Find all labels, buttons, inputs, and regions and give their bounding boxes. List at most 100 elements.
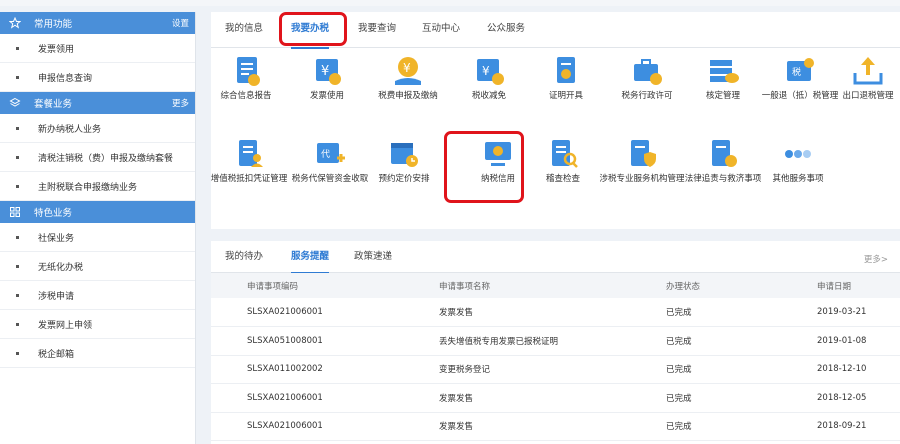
service-certificate[interactable]: 证明开具: [528, 55, 604, 102]
service-label: 预约定价安排: [378, 174, 430, 184]
cell-item-name: 发票发售: [439, 298, 666, 327]
calendar-clock-icon: [391, 143, 418, 167]
bullet-icon: [16, 322, 19, 326]
more-link[interactable]: 更多: [172, 97, 189, 109]
service-admin-permit[interactable]: 税务行政许可: [609, 55, 685, 102]
service-vat-deduction[interactable]: 增值税抵扣凭证管理: [207, 138, 291, 185]
tab-public-service[interactable]: 公众服务: [487, 12, 525, 48]
sidebar-item-tax-application[interactable]: 涉税申请: [0, 281, 195, 310]
cell-date: 2019-03-21: [817, 298, 900, 327]
bullet-icon: [16, 155, 19, 159]
column-header: 申请事项名称: [439, 273, 666, 298]
svg-text:代: 代: [321, 149, 330, 160]
tab-service-reminder[interactable]: 服务提醒: [291, 241, 330, 274]
table-row[interactable]: SLSXA021006001 发票发售 已完成 2019-03-21: [211, 298, 900, 327]
sidebar-section-featured: 特色业务: [0, 201, 195, 223]
reminders-panel: 我的待办 服务提醒 政策速递 更多> 申请事项编码 申请事项名称 办理状态 申请…: [211, 241, 900, 444]
service-label: 稽查检查: [545, 174, 580, 184]
sidebar-item-label: 发票网上申领: [38, 320, 93, 331]
column-header: 申请事项编码: [211, 273, 439, 298]
section-title: 套餐业务: [34, 99, 73, 110]
sidebar-item-label: 发票领用: [38, 44, 75, 55]
sidebar-item-declaration-query[interactable]: 申报信息查询: [0, 63, 195, 92]
cell-status: 已完成: [666, 298, 817, 327]
star-icon: [8, 16, 22, 30]
table-row[interactable]: SLSXA021006001 发票发售 已完成 2018-09-21: [211, 412, 900, 441]
table-header: 申请事项编码 申请事项名称 办理状态 申请日期: [211, 273, 900, 298]
cell-status: 已完成: [666, 355, 817, 384]
service-invoice-use[interactable]: ¥ 发票使用: [289, 55, 365, 102]
cell-code: SLSXA011002002: [211, 355, 439, 384]
cell-status: 已完成: [666, 326, 817, 356]
sidebar-item-invoice-use[interactable]: 发票领用: [0, 34, 195, 63]
sidebar: 常用功能 设置 发票领用 申报信息查询 套餐业务 更多 新办纳税人业务 清税注销…: [0, 12, 196, 444]
tab-do-tax[interactable]: 我要办税: [291, 12, 330, 49]
svg-text:¥: ¥: [321, 64, 329, 79]
service-pricing-arrangement[interactable]: 预约定价安排: [366, 138, 442, 185]
bullet-icon: [16, 126, 19, 130]
more-link[interactable]: 更多>: [864, 253, 888, 265]
service-assessment[interactable]: 核定管理: [685, 55, 761, 102]
service-label: 证明开具: [548, 91, 583, 101]
sidebar-item-online-invoice[interactable]: 发票网上申领: [0, 310, 195, 339]
cell-item-name: 发票发售: [439, 412, 666, 441]
table-row[interactable]: SLSXA011002002 变更税务登记 已完成 2018-12-10: [211, 355, 900, 384]
service-label: 税费申报及缴纳: [378, 91, 438, 101]
stack-cloud-icon: [710, 60, 739, 83]
service-declare-pay[interactable]: ¥ 税费申报及缴纳: [370, 55, 446, 102]
bullet-icon: [16, 75, 19, 79]
sidebar-item-paperless[interactable]: 无纸化办税: [0, 252, 195, 281]
sidebar-item-social-security[interactable]: 社保业务: [0, 223, 195, 252]
cell-item-name: 变更税务登记: [439, 355, 666, 384]
service-label: 综合信息报告: [220, 91, 272, 101]
service-export-refund[interactable]: 出口退税管理: [830, 55, 900, 102]
section-title: 常用功能: [34, 19, 73, 30]
tab-query[interactable]: 我要查询: [358, 12, 396, 48]
invoice-yen-icon: ¥: [316, 59, 341, 85]
grid-icon: [8, 205, 22, 219]
sidebar-item-new-taxpayer[interactable]: 新办纳税人业务: [0, 114, 195, 143]
service-other[interactable]: 其他服务事项: [750, 138, 846, 185]
tab-todo[interactable]: 我的待办: [225, 241, 263, 273]
service-custody-funds[interactable]: 代 税务代保管资金收取: [287, 138, 373, 185]
bullet-icon: [16, 46, 19, 50]
bullet-icon: [16, 235, 19, 239]
bullet-icon: [16, 184, 19, 188]
service-label: 其他服务事项: [772, 174, 824, 184]
tab-my-info[interactable]: 我的信息: [225, 12, 263, 48]
briefcase-check-icon: [634, 59, 662, 85]
service-inspection[interactable]: 稽查检查: [525, 138, 601, 185]
column-header: 申请日期: [817, 273, 900, 298]
agency-shield-icon: [631, 140, 656, 167]
sidebar-item-mailbox[interactable]: 税企邮箱: [0, 339, 195, 368]
column-header: 办理状态: [666, 273, 817, 298]
cell-status: 已完成: [666, 383, 817, 413]
service-label: 出口退税管理: [842, 91, 894, 101]
service-info-report[interactable]: 综合信息报告: [208, 55, 284, 102]
sidebar-item-label: 申报信息查询: [38, 73, 93, 84]
sidebar-item-deregistration[interactable]: 清税注销税（费）申报及缴纳套餐: [0, 143, 195, 172]
table-row[interactable]: SLSXA021006001 发票发售 已完成 2018-12-05: [211, 383, 900, 413]
bullet-icon: [16, 293, 19, 297]
bottom-tabbar: 我的待办 服务提醒 政策速递: [211, 241, 900, 274]
layers-icon: [8, 96, 22, 110]
sidebar-item-joint-declaration[interactable]: 主附税联合申报缴纳业务: [0, 172, 195, 201]
service-tax-relief[interactable]: ¥ 税收减免: [451, 55, 527, 102]
service-label: 核定管理: [705, 91, 740, 101]
sidebar-section-common: 常用功能 设置: [0, 12, 195, 34]
service-label: 税务代保管资金收取: [291, 174, 369, 184]
tax-services-panel: 我的信息 我要办税 我要查询 互动中心 公众服务 综合信息报告 ¥ 发票使用 ¥…: [211, 12, 900, 229]
certificate-icon: [557, 57, 575, 83]
inspect-search-icon: [552, 140, 578, 168]
tab-interaction[interactable]: 互动中心: [422, 12, 460, 48]
cell-date: 2019-01-08: [817, 326, 900, 356]
tab-policy-express[interactable]: 政策速递: [354, 241, 392, 273]
export-tray-icon: [853, 57, 883, 85]
settings-link[interactable]: 设置: [172, 17, 189, 29]
svg-text:¥: ¥: [482, 64, 490, 78]
sidebar-section-packages: 套餐业务 更多: [0, 92, 195, 114]
cell-code: SLSXA021006001: [211, 412, 439, 441]
table-row[interactable]: SLSXA051008001 丢失增值税专用发票已报税证明 已完成 2019-0…: [211, 326, 900, 356]
top-strip: [0, 0, 900, 6]
cell-item-name: 发票发售: [439, 383, 666, 413]
